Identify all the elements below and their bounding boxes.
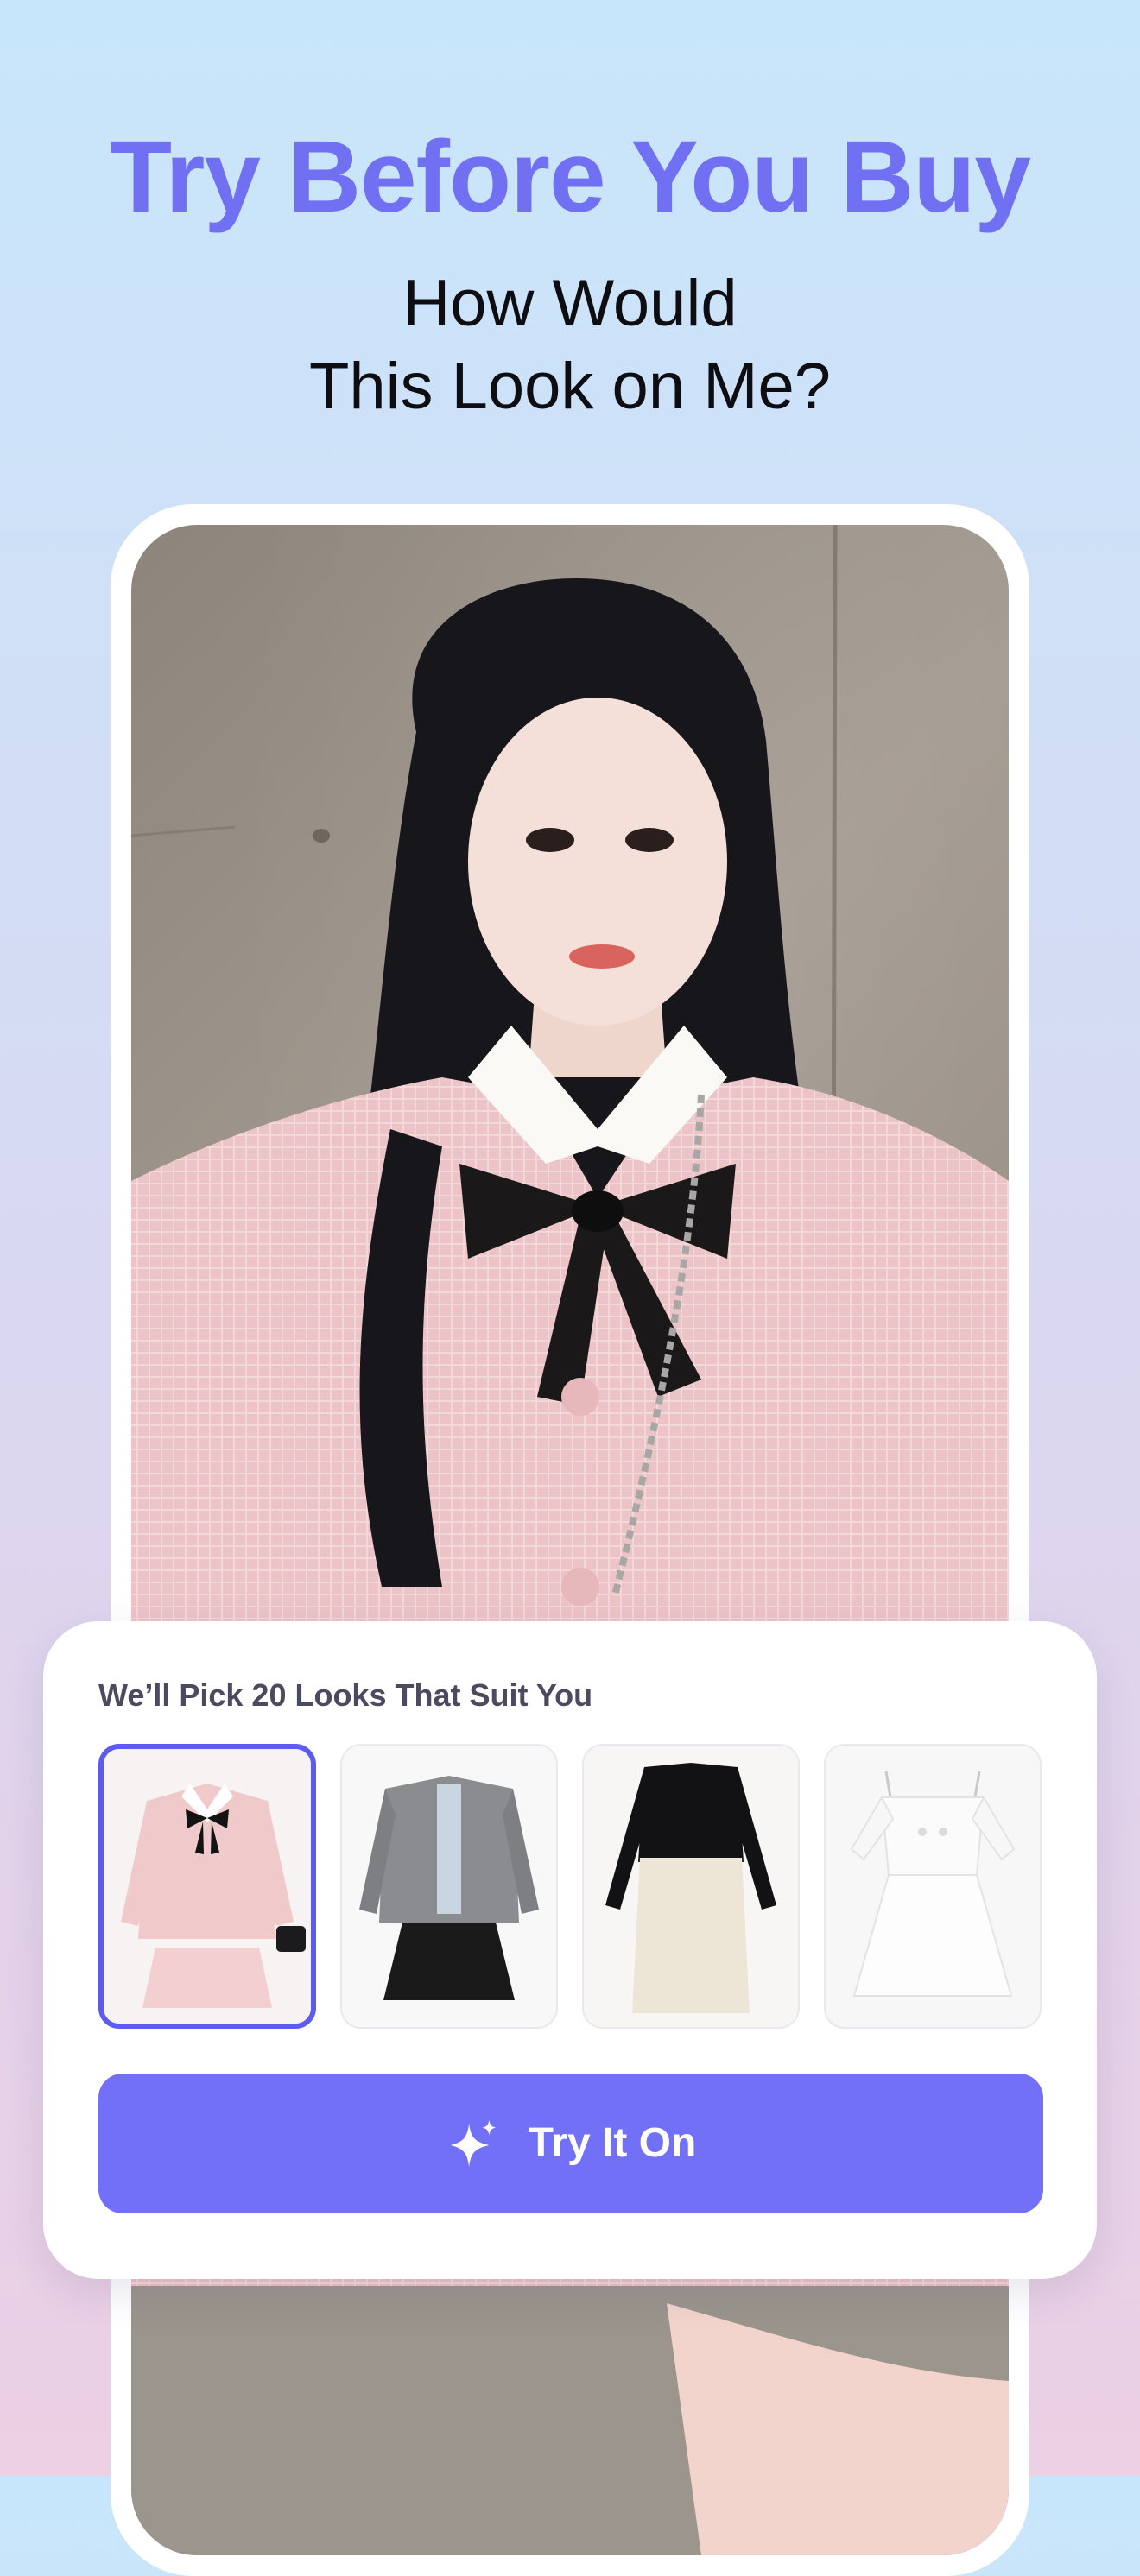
sparkle-icon (450, 2119, 496, 2168)
outfit-thumbnail-black-top-cream-skirt[interactable] (582, 1744, 800, 2029)
black-top-cream-skirt-image (584, 1746, 798, 2027)
outfit-picker-card: We’ll Pick 20 Looks That Suit You Try It… (43, 1621, 1097, 2279)
pink-tweed-set-image (104, 1749, 311, 2024)
subheadline: How Would This Look on Me? (0, 262, 1140, 428)
subheadline-line-2: This Look on Me? (308, 350, 832, 423)
outfit-thumbnail-white-dress[interactable] (824, 1744, 1042, 2029)
try-it-on-button[interactable]: Try It On (98, 2074, 1043, 2213)
card-title: We’ll Pick 20 Looks That Suit You (98, 1677, 593, 1713)
grey-tweed-set-image (342, 1746, 556, 2027)
outfit-thumbnail-grey-tweed-set[interactable] (340, 1744, 558, 2029)
subheadline-line-1: How Would (402, 267, 738, 340)
try-it-on-label: Try It On (528, 2120, 697, 2166)
headline: Try Before You Buy (109, 120, 1031, 234)
outfit-thumbnail-list (98, 1744, 1043, 2029)
outfit-thumbnail-pink-tweed-set[interactable] (98, 1744, 316, 2029)
white-dress-image (826, 1746, 1040, 2027)
